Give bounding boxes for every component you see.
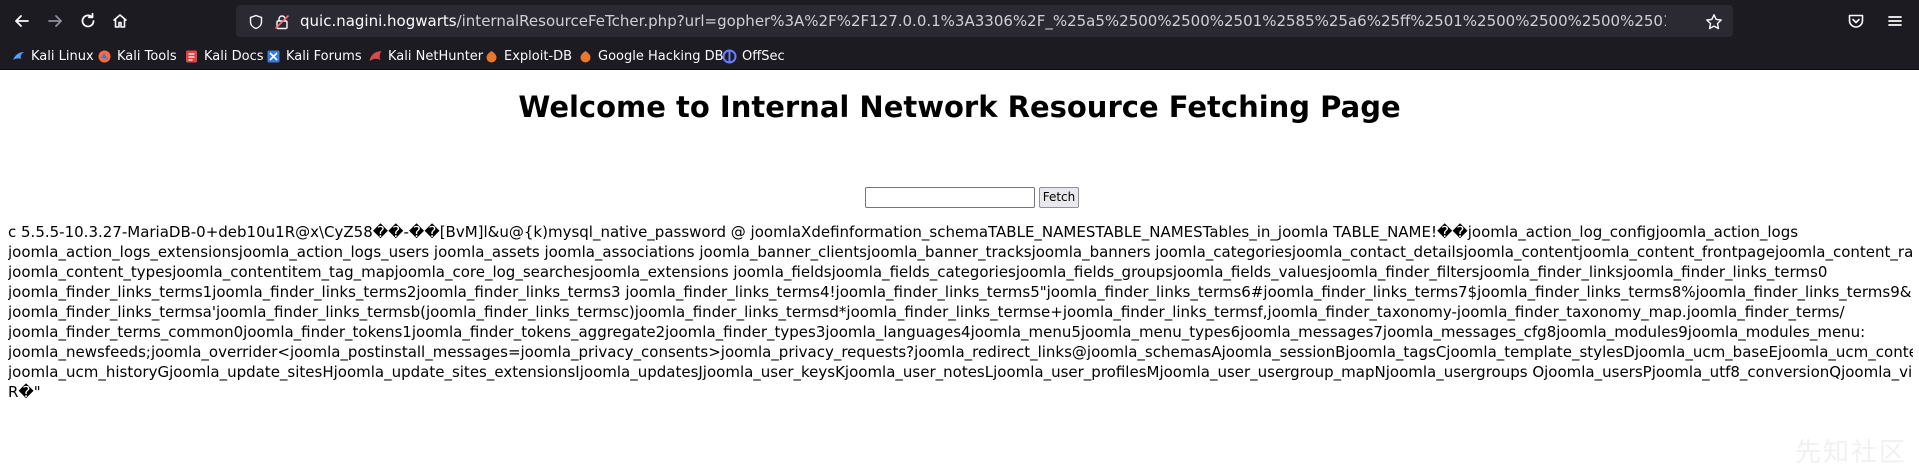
bookmark-label: Kali Linux <box>31 48 94 64</box>
response-line: joomla_ucm_historyGjoomla_update_sitesHj… <box>8 363 1913 381</box>
bookmark-label: Kali Tools <box>117 48 177 64</box>
bookmark-offsec[interactable]: OffSec <box>722 42 785 70</box>
response-line: joomla_finder_links_termsa'joomla_finder… <box>8 303 1845 321</box>
hamburger-menu-icon <box>1888 16 1902 26</box>
exploit-db-icon <box>486 50 497 62</box>
back-arrow-icon <box>15 15 29 27</box>
url-text[interactable]: quic.nagini.hogwarts/internalResourceFeT… <box>300 5 1666 37</box>
fetch-response-output: c 5.5.5-10.3.27-MariaDB-0+deb10u1R@x\CyZ… <box>8 222 1913 402</box>
bookmark-label: Kali Forums <box>286 48 362 64</box>
forward-button[interactable] <box>43 9 67 33</box>
watermark: 先知社区 <box>1794 438 1907 468</box>
ghdb-icon <box>580 50 591 62</box>
page-title: Welcome to Internal Network Resource Fet… <box>518 90 1401 124</box>
bookmark-kali-docs[interactable]: Kali Docs <box>184 42 264 70</box>
pocket-icon <box>1848 14 1864 28</box>
bookmarks-toolbar: Kali Linux Kali Tools Kali Docs Kali For… <box>0 42 1919 70</box>
forward-arrow-icon <box>48 15 62 27</box>
fetch-button[interactable]: Fetch <box>1039 187 1079 208</box>
browser-toolbar: quic.nagini.hogwarts/internalResourceFeT… <box>0 0 1919 42</box>
bookmark-kali-tools[interactable]: Kali Tools <box>97 42 177 70</box>
url-bar[interactable]: quic.nagini.hogwarts/internalResourceFeT… <box>236 5 1733 37</box>
bookmark-label: Kali NetHunter <box>388 48 484 64</box>
bookmark-label: Kali Docs <box>204 48 264 64</box>
bookmark-label: Exploit-DB <box>504 48 573 64</box>
url-host: quic.nagini.hogwarts <box>300 12 457 30</box>
insecure-lock-icon[interactable] <box>273 13 291 31</box>
bookmark-label: OffSec <box>742 48 785 64</box>
pocket-button[interactable] <box>1844 9 1868 33</box>
back-button[interactable] <box>10 9 34 33</box>
reload-button[interactable] <box>76 9 100 33</box>
nethunter-icon <box>369 50 382 61</box>
response-line: joomla_newsfeeds;joomla_overrider<joomla… <box>8 343 1913 361</box>
url-input[interactable] <box>865 187 1035 208</box>
shield-icon[interactable] <box>247 13 265 31</box>
bookmark-kali-nethunter[interactable]: Kali NetHunter <box>368 42 483 70</box>
home-button[interactable] <box>108 9 132 33</box>
bookmark-label: Google Hacking DB <box>598 48 724 64</box>
response-line: joomla_content_typesjoomla_contentitem_t… <box>8 263 1828 281</box>
bookmark-kali-forums[interactable]: Kali Forums <box>266 42 362 70</box>
app-menu-button[interactable] <box>1883 9 1907 33</box>
bookmark-exploit-db[interactable]: Exploit-DB <box>484 42 572 70</box>
response-line: c 5.5.5-10.3.27-MariaDB-0+deb10u1R@x\CyZ… <box>8 223 1799 241</box>
url-path: /internalResourceFeTcher.php?url=gopher%… <box>456 12 1666 30</box>
kali-dragon-icon <box>13 51 24 60</box>
kali-tools-icon <box>98 50 111 62</box>
kali-docs-icon <box>186 50 197 62</box>
bookmark-google-hacking-db[interactable]: Google Hacking DB <box>578 42 724 70</box>
kali-forums-icon <box>267 50 280 62</box>
response-line: joomla_finder_links_terms1joomla_finder_… <box>8 283 1912 301</box>
home-icon <box>112 14 128 28</box>
response-line: R�" <box>8 383 41 401</box>
bookmark-star-icon[interactable] <box>1705 13 1723 31</box>
offsec-icon <box>722 49 737 63</box>
response-line: joomla_action_logs_extensionsjoomla_acti… <box>8 243 1913 261</box>
reload-icon <box>81 12 95 28</box>
bookmark-kali-linux[interactable]: Kali Linux <box>11 42 94 70</box>
page-content: Welcome to Internal Network Resource Fet… <box>0 70 1919 473</box>
response-line: joomla_finder_terms_common0joomla_finder… <box>8 323 1866 341</box>
